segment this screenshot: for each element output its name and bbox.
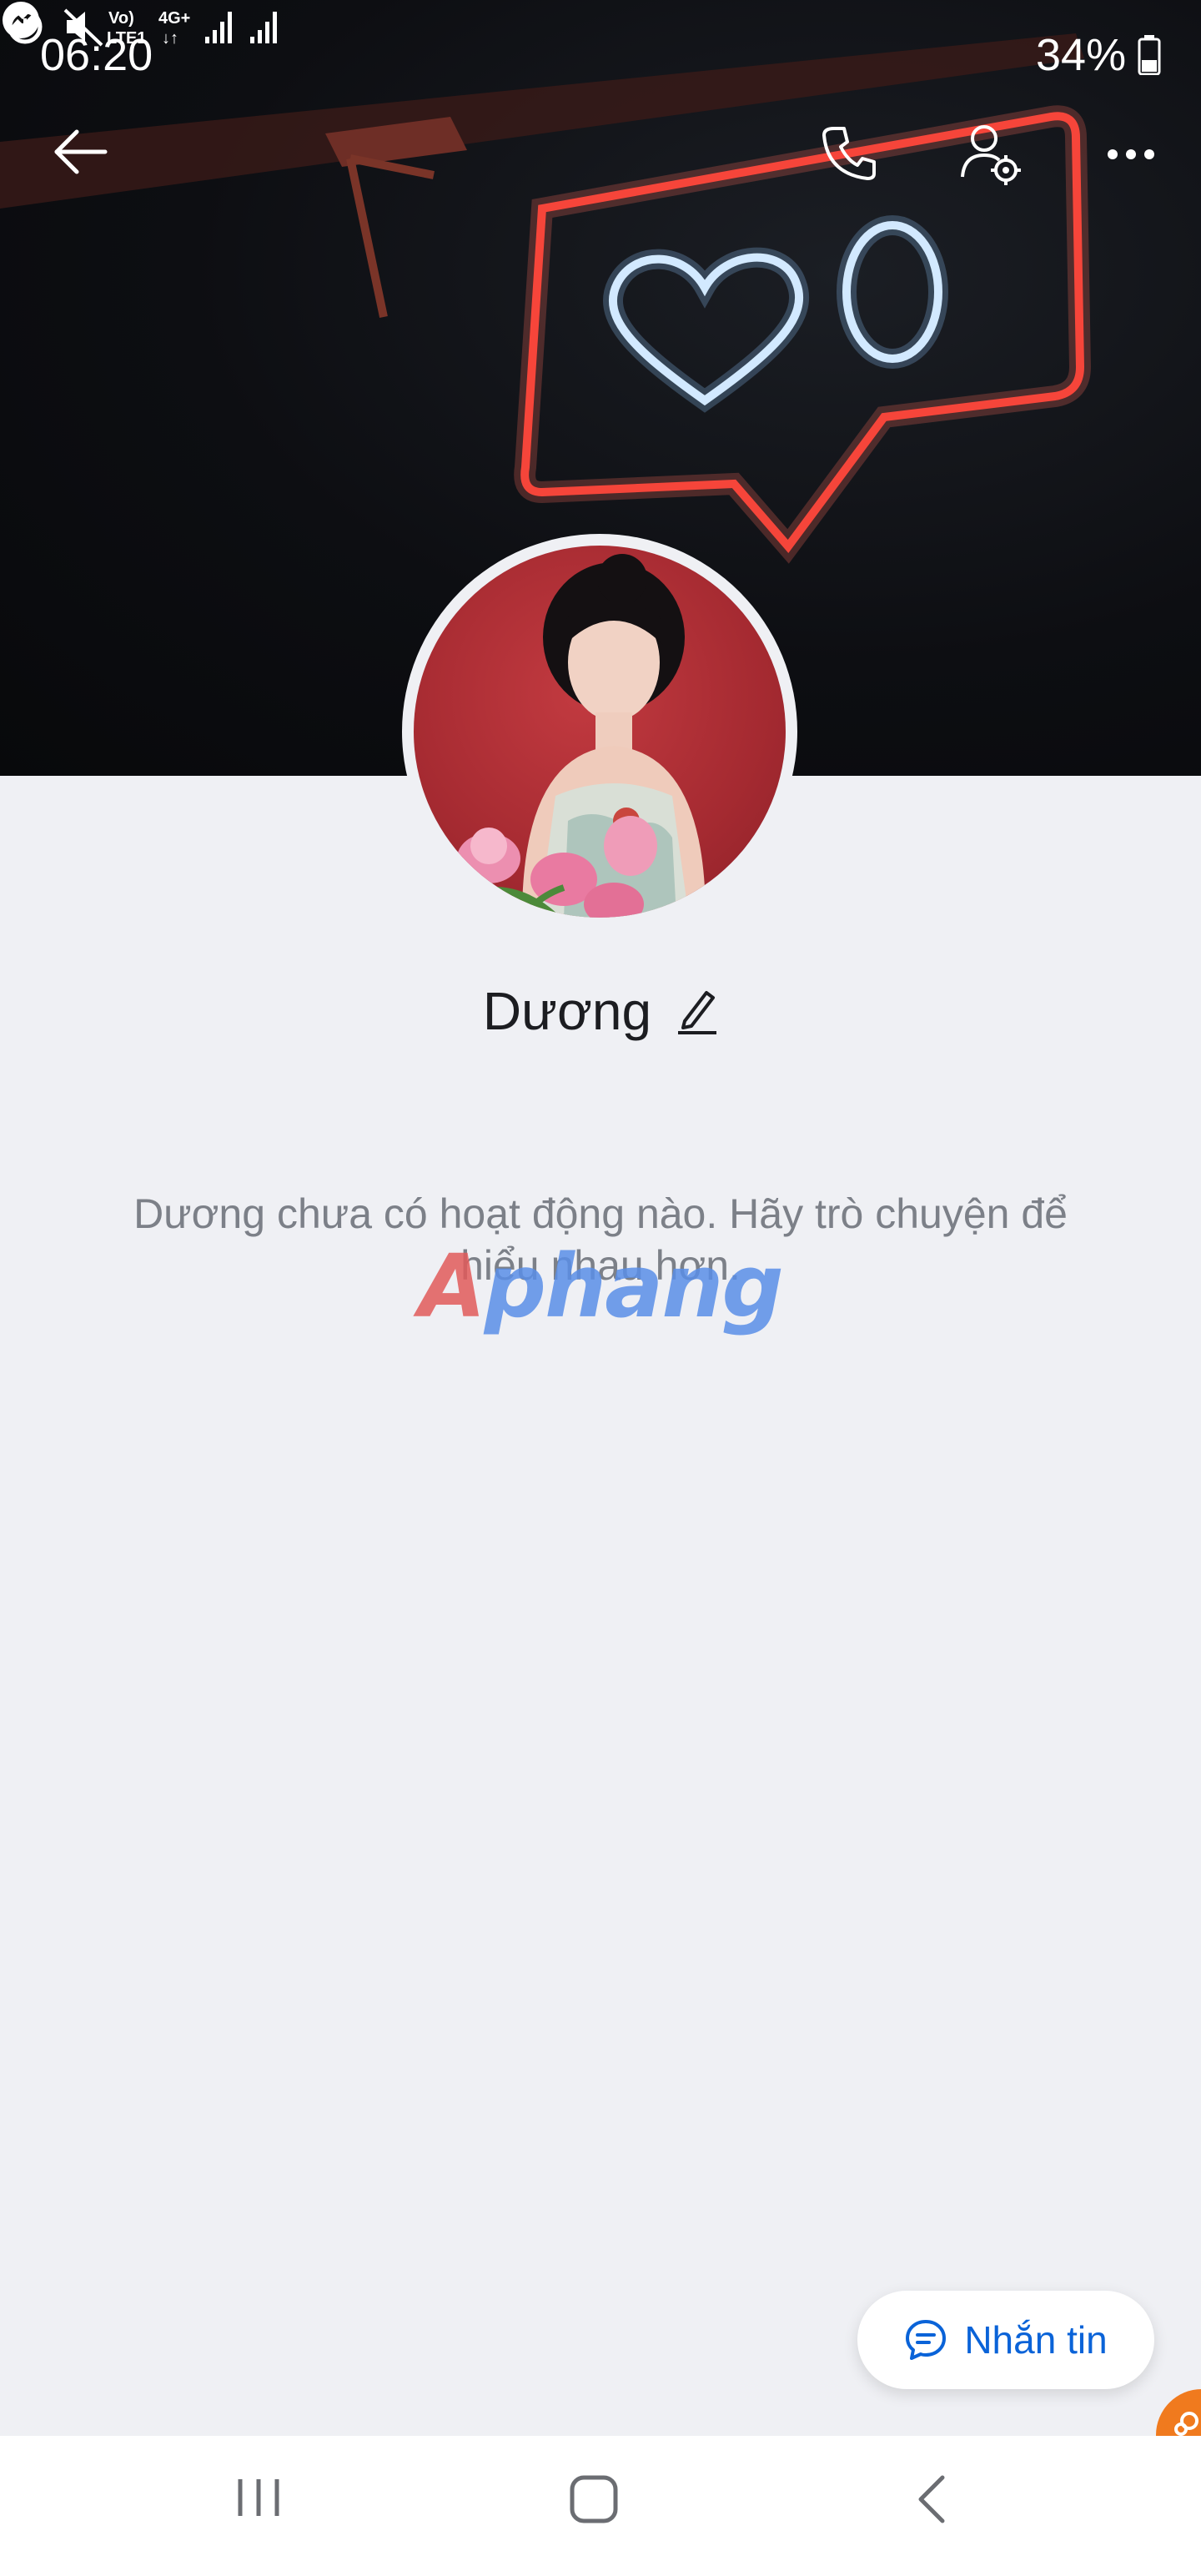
svg-text:Vo): Vo) bbox=[108, 9, 134, 28]
message-button[interactable]: Nhắn tin bbox=[857, 2291, 1154, 2389]
svg-text:4G+: 4G+ bbox=[158, 9, 190, 28]
status-icons: Vo) LTE1 4G+ ↓↑ bbox=[8, 8, 277, 48]
volte-icon: Vo) LTE1 bbox=[107, 9, 146, 48]
battery-icon bbox=[1138, 35, 1161, 75]
4g-icon: 4G+ ↓↑ bbox=[158, 9, 190, 48]
profile-name-row: Dương bbox=[0, 978, 1201, 1044]
more-icon[interactable] bbox=[1106, 142, 1156, 167]
avatar-photo bbox=[457, 554, 706, 918]
alarm-icon bbox=[8, 9, 43, 44]
battery-percent: 34% bbox=[1036, 30, 1127, 80]
back-arrow-icon[interactable] bbox=[52, 127, 110, 177]
svg-text:↓↑: ↓↑ bbox=[162, 29, 178, 48]
avatar[interactable] bbox=[414, 546, 786, 918]
svg-text:LTE1: LTE1 bbox=[107, 29, 146, 48]
status-bar: 06:20 Vo) LTE1 4G+ ↓↑ 34% bbox=[0, 0, 1201, 108]
phone-icon[interactable] bbox=[819, 123, 879, 184]
mute-icon bbox=[63, 8, 103, 47]
home-icon[interactable] bbox=[567, 2473, 621, 2526]
user-settings-icon[interactable] bbox=[959, 122, 1023, 185]
chat-bubble-icon bbox=[906, 2320, 947, 2360]
message-button-label: Nhắn tin bbox=[964, 2318, 1108, 2362]
signal-icon bbox=[250, 12, 277, 43]
link-icon bbox=[1174, 2412, 1198, 2436]
signal-icon bbox=[205, 12, 232, 43]
watermark-logo: Aphang bbox=[419, 1235, 784, 1337]
edit-name-icon[interactable] bbox=[676, 988, 718, 1034]
system-nav-bar bbox=[0, 2436, 1201, 2576]
recents-icon[interactable] bbox=[234, 2473, 284, 2523]
back-icon[interactable] bbox=[912, 2473, 951, 2526]
profile-name: Dương bbox=[482, 981, 652, 1041]
